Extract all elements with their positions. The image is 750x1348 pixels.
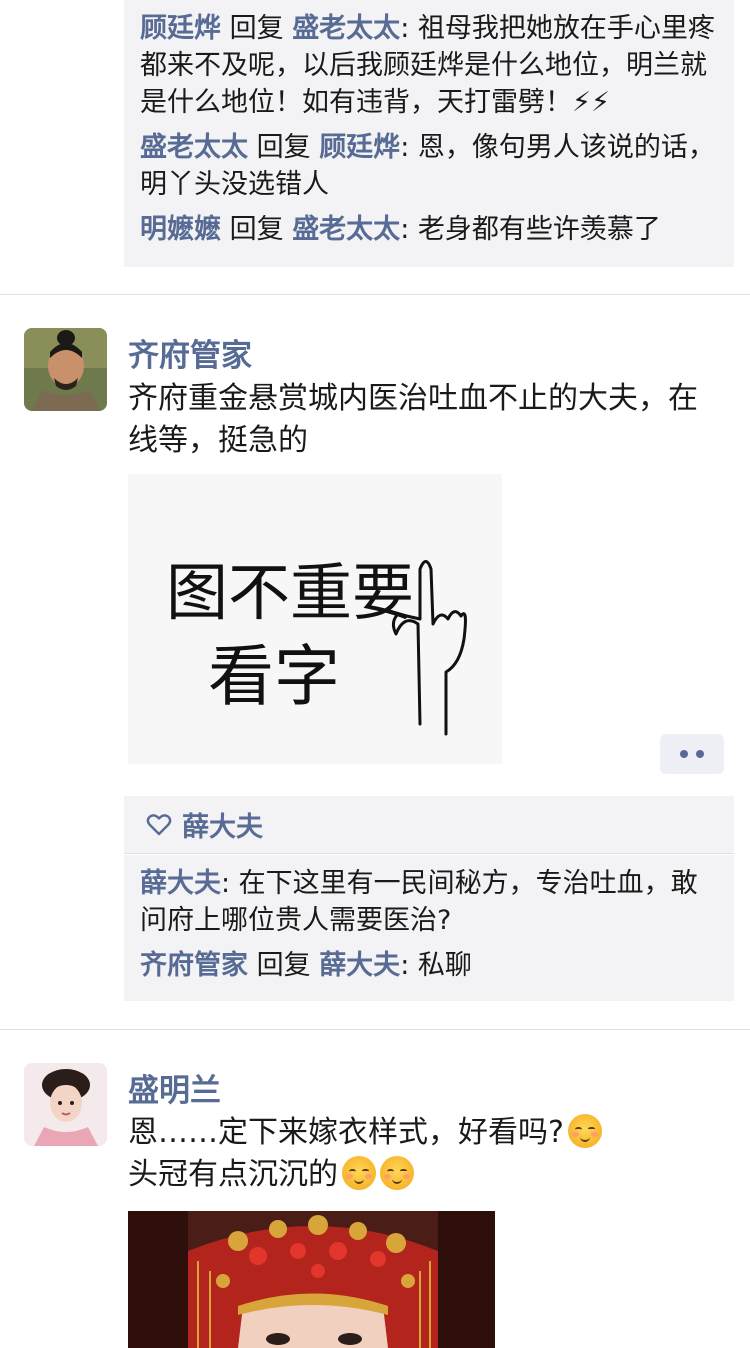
dot-icon (680, 750, 688, 758)
comment-item[interactable]: 明嬷嬷 回复 盛老太太: 老身都有些许羡慕了 (140, 211, 718, 248)
post-divider (0, 1029, 750, 1030)
more-options-button[interactable] (660, 734, 724, 774)
reply-target[interactable]: 顾廷烨 (319, 132, 400, 163)
likes-bar: 薛大夫 (124, 796, 734, 854)
comment-item[interactable]: 齐府管家 回复 薛大夫: 私聊 (140, 947, 718, 984)
comment-item[interactable]: 顾廷烨 回复 盛老太太: 祖母我把她放在手心里疼都来不及呢，以后我顾廷烨是什么地… (140, 10, 718, 121)
bridal-headdress-photo (128, 1211, 495, 1348)
post-text-line1: 恩……定下来嫁衣样式，好看吗? (128, 1115, 564, 1150)
comment-author[interactable]: 明嬷嬷 (140, 214, 221, 245)
blush-emoji-icon (567, 1114, 602, 1148)
reply-target[interactable]: 盛老太太 (292, 214, 400, 245)
post-image[interactable]: 图不重要 看字 (128, 474, 502, 764)
post-text-line2: 头冠有点沉沉的 (128, 1157, 338, 1192)
comment-section: 薛大夫: 在下这里有一民间秘方，专治吐血，敢问府上哪位贵人需要医治? 齐府管家 … (124, 855, 734, 1001)
poster-name[interactable]: 盛明兰 (128, 1065, 221, 1110)
comment-text: : 私聊 (400, 950, 472, 981)
dot-icon (696, 750, 704, 758)
avatar[interactable] (24, 328, 107, 411)
comment-author[interactable]: 盛老太太 (140, 132, 248, 163)
post-divider (0, 294, 750, 295)
blush-emoji-icon (342, 1156, 376, 1190)
comment-item[interactable]: 盛老太太 回复 顾廷烨: 恩，像句男人该说的话，明丫头没选错人 (140, 129, 718, 203)
reply-word: 回复 (229, 13, 284, 44)
reply-target[interactable]: 盛老太太 (292, 13, 400, 44)
liker-name[interactable]: 薛大夫 (182, 805, 263, 844)
comment-item[interactable]: 薛大夫: 在下这里有一民间秘方，专治吐血，敢问府上哪位贵人需要医治? (140, 865, 718, 939)
reply-word: 回复 (256, 132, 311, 163)
comment-section-top: 顾廷烨 回复 盛老太太: 祖母我把她放在手心里疼都来不及呢，以后我顾廷烨是什么地… (124, 0, 734, 267)
comment-author[interactable]: 顾廷烨 (140, 13, 221, 44)
post-image-drawing: 图不重要 看字 (166, 556, 467, 736)
comment-text: : 在下这里有一民间秘方，专治吐血，敢问府上哪位贵人需要医治? (140, 868, 698, 936)
comment-author[interactable]: 齐府管家 (140, 950, 248, 981)
avatar-portrait-icon (24, 328, 107, 411)
poster-name[interactable]: 齐府管家 (128, 330, 252, 375)
image-text-line2: 看字 (208, 638, 340, 715)
post-text: 齐府重金悬赏城内医治吐血不止的大夫，在线等，挺急的 (128, 381, 698, 458)
post-image[interactable] (128, 1211, 495, 1348)
post-text: 恩……定下来嫁衣样式，好看吗? 头冠有点沉沉的 (128, 1112, 718, 1196)
blush-emoji-icon (380, 1156, 414, 1190)
avatar-portrait-icon (24, 1063, 107, 1146)
comment-text: : 老身都有些许羡慕了 (400, 214, 661, 245)
comment-text: : 祖母我把她放在手心里疼都来不及呢，以后我顾廷烨是什么地位，明兰就是什么地位！… (140, 13, 715, 118)
reply-word: 回复 (256, 950, 311, 981)
avatar[interactable] (24, 1063, 107, 1146)
reply-target[interactable]: 薛大夫 (319, 950, 400, 981)
comment-author[interactable]: 薛大夫 (140, 868, 221, 899)
heart-outline-icon (146, 813, 172, 835)
reply-word: 回复 (229, 214, 284, 245)
image-text-line1: 图不重要 (166, 556, 414, 629)
